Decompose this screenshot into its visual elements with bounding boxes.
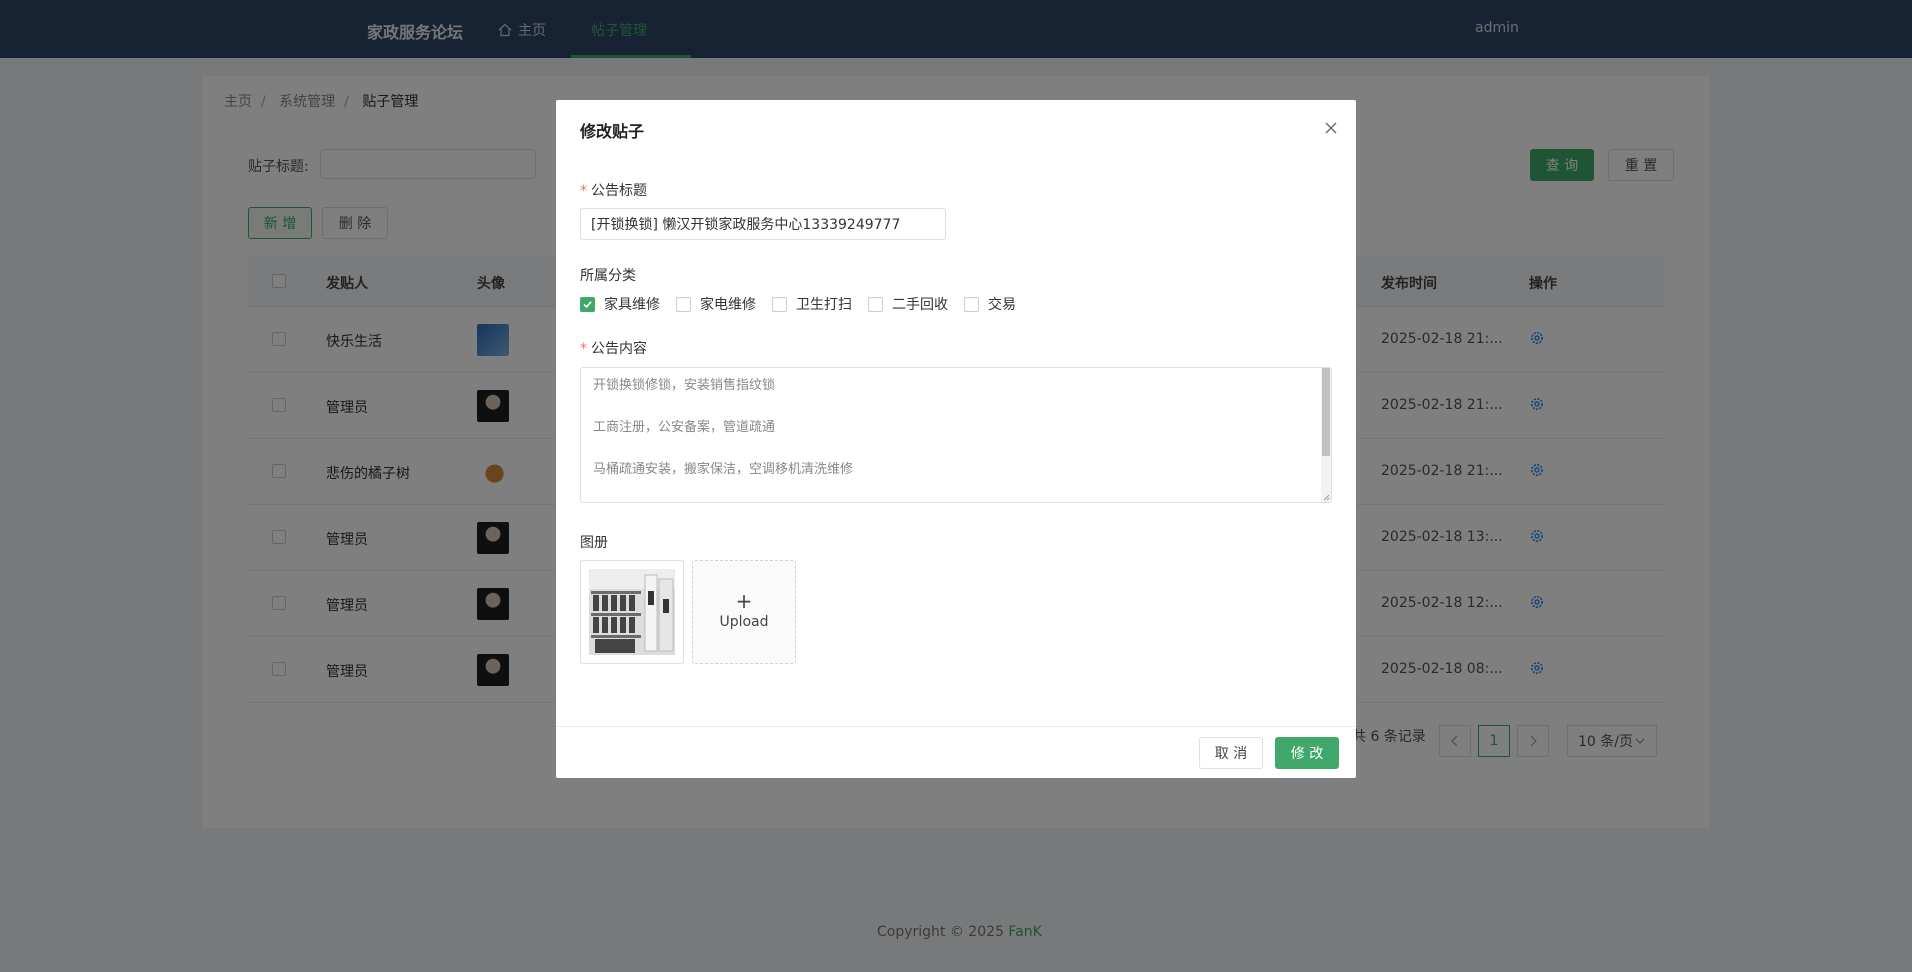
dialog-footer-divider xyxy=(556,726,1356,727)
checkbox[interactable] xyxy=(676,296,691,312)
title-field-label-text: 公告标题 xyxy=(591,183,647,199)
checkbox[interactable] xyxy=(772,296,787,312)
category-option-label: 交易 xyxy=(988,297,1016,313)
check-icon xyxy=(583,300,592,308)
category-option[interactable]: 交易 xyxy=(964,294,1016,314)
album-image xyxy=(589,569,675,655)
category-option-label: 卫生打扫 xyxy=(796,297,852,313)
close-icon[interactable] xyxy=(1321,118,1341,138)
category-option-label: 二手回收 xyxy=(892,297,948,313)
content-line: 工商注册，公安备案，管道疏通 xyxy=(593,420,776,435)
content-field-label: * 公告内容 xyxy=(580,341,647,357)
category-option[interactable]: 二手回收 xyxy=(868,294,948,314)
category-option[interactable]: 家电维修 xyxy=(676,294,756,314)
content-line: 马桶疏通安装，搬家保洁，空调移机清洗维修 xyxy=(593,462,854,477)
content-textarea[interactable]: 开锁换锁修锁，安装销售指纹锁 工商注册，公安备案，管道疏通 马桶疏通安装，搬家保… xyxy=(580,367,1332,503)
upload-button[interactable]: + Upload xyxy=(692,560,796,664)
content-line: 开锁换锁修锁，安装销售指纹锁 xyxy=(593,378,776,393)
plus-icon: + xyxy=(735,589,753,613)
title-input[interactable]: [开锁换锁] 懒汉开锁家政服务中心13339249777 xyxy=(580,208,946,240)
category-checkbox-group: 家具维修 家电维修 卫生打扫 二手回收 交易 xyxy=(580,294,1032,314)
category-label: 所属分类 xyxy=(580,268,636,284)
category-option-label: 家具维修 xyxy=(604,297,660,313)
category-option[interactable]: 家具维修 xyxy=(580,294,660,314)
scrollbar-thumb[interactable] xyxy=(1322,368,1330,456)
category-option-label: 家电维修 xyxy=(700,297,756,313)
submit-edit-button[interactable]: 修 改 xyxy=(1275,737,1339,769)
edit-post-dialog: 修改贴子 * 公告标题 [开锁换锁] 懒汉开锁家政服务中心13339249777 … xyxy=(556,100,1356,778)
content-field-label-text: 公告内容 xyxy=(591,341,647,357)
resize-handle-icon[interactable] xyxy=(1322,493,1330,501)
album-image-thumbnail[interactable] xyxy=(580,560,684,664)
checkbox[interactable] xyxy=(964,296,979,312)
cancel-button[interactable]: 取 消 xyxy=(1199,737,1263,769)
dialog-title: 修改贴子 xyxy=(580,122,645,141)
textarea-scrollbar[interactable] xyxy=(1321,368,1331,502)
upload-label: Upload xyxy=(719,614,769,630)
title-field-label: * 公告标题 xyxy=(580,183,647,199)
album-label: 图册 xyxy=(580,535,608,551)
checkbox[interactable] xyxy=(868,296,883,312)
checkbox-checked[interactable] xyxy=(580,296,595,312)
category-option[interactable]: 卫生打扫 xyxy=(772,294,852,314)
